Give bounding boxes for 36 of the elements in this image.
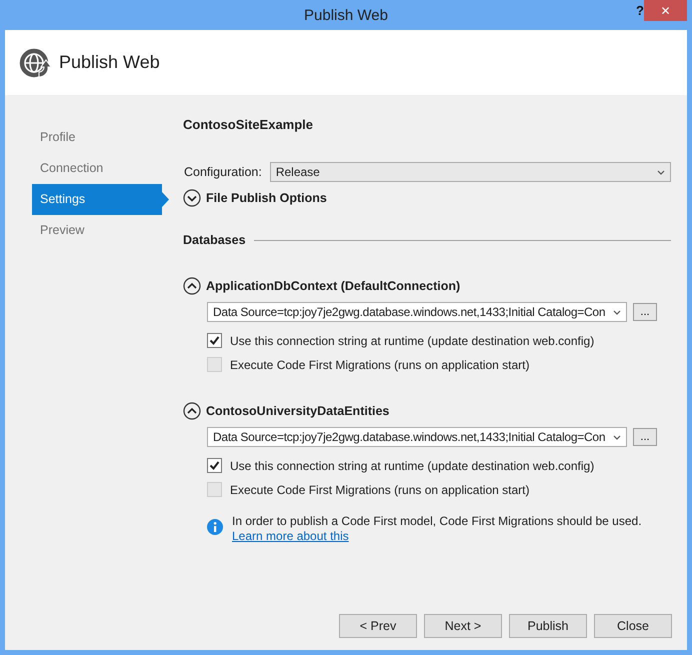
close-button[interactable]: ✕ bbox=[644, 0, 687, 21]
dialog-button[interactable]: Close bbox=[594, 614, 672, 638]
nav-item[interactable]: Preview bbox=[32, 215, 169, 246]
profile-name: ContosoSiteExample bbox=[183, 117, 314, 132]
checkbox-label: Execute Code First Migrations (runs on application start) bbox=[230, 482, 530, 496]
chevron-down-icon bbox=[613, 434, 621, 440]
section-header[interactable]: File Publish Options bbox=[206, 191, 327, 205]
info-icon bbox=[207, 519, 223, 535]
dialog-button[interactable]: Publish bbox=[509, 614, 587, 638]
learn-more-link[interactable]: Learn more about this bbox=[232, 529, 349, 543]
field-label: Configuration: bbox=[184, 165, 262, 179]
database-name: ApplicationDbContext (DefaultConnection) bbox=[206, 279, 460, 293]
connection-string-field[interactable]: Data Source=tcp:joy7je2gwg.database.windows.net,1433;Initial Catalog=Con bbox=[207, 427, 627, 447]
globe-icon bbox=[19, 46, 51, 78]
checkbox-label: Use this connection string at runtime (update destination web.config) bbox=[230, 334, 594, 348]
checkbox-label: Use this connection string at runtime (update destination web.config) bbox=[230, 458, 594, 472]
chevron-down-icon bbox=[657, 170, 665, 174]
nav-item[interactable]: Settings bbox=[32, 184, 169, 215]
dialog-button[interactable]: Next > bbox=[424, 614, 502, 638]
checkbox-label: Execute Code First Migrations (runs on application start) bbox=[230, 358, 530, 372]
connection-string-field[interactable]: Data Source=tcp:joy7je2gwg.database.windows.net,1433;Initial Catalog=Con bbox=[207, 302, 627, 322]
page-title: Publish Web bbox=[59, 52, 160, 73]
nav-item[interactable]: Profile bbox=[32, 122, 169, 153]
help-button[interactable]: ? bbox=[636, 3, 644, 18]
checkbox[interactable] bbox=[207, 333, 222, 348]
configuration-dropdown[interactable]: Release bbox=[270, 162, 671, 182]
checkbox[interactable] bbox=[207, 458, 222, 473]
dialog-button[interactable]: < Prev bbox=[339, 614, 417, 638]
browse-button[interactable]: ... bbox=[633, 428, 657, 446]
window-title: Publish Web bbox=[304, 6, 388, 24]
info-message: In order to publish a Code First model, Code First Migrations should be used. bbox=[232, 514, 642, 529]
database-name: ContosoUniversityDataEntities bbox=[206, 404, 390, 418]
nav-item[interactable]: Connection bbox=[32, 153, 169, 184]
chevron-down-icon bbox=[613, 310, 621, 314]
browse-button[interactable]: ... bbox=[633, 303, 657, 321]
section-title: Databases bbox=[183, 233, 246, 247]
